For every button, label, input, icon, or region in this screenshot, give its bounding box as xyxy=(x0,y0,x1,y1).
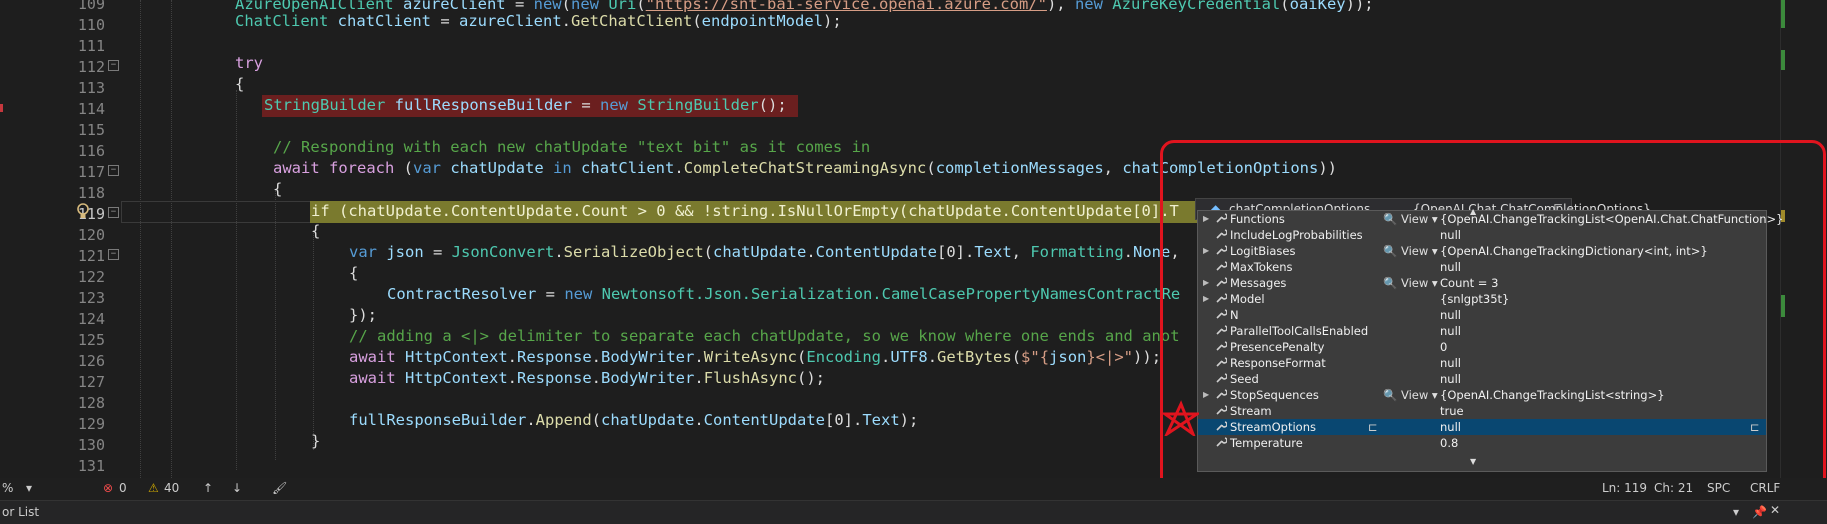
code-line[interactable]: var json = JsonConvert.SerializeObject(c… xyxy=(349,242,1180,263)
dropdown-icon[interactable]: ▾ xyxy=(26,481,32,495)
code-line[interactable]: { xyxy=(235,74,244,95)
line-number: 123 xyxy=(77,289,105,307)
code-line[interactable]: { xyxy=(273,179,282,200)
warning-icon[interactable]: ⚠ xyxy=(148,481,159,495)
line-ending-indicator[interactable]: CRLF xyxy=(1750,481,1780,495)
indent-guide xyxy=(140,0,141,478)
error-count[interactable]: 0 xyxy=(119,481,127,495)
line-number: 124 xyxy=(77,310,105,328)
line-number: 122 xyxy=(77,268,105,286)
arrow-down-icon[interactable]: ↓ xyxy=(232,481,242,495)
line-number: 110 xyxy=(77,16,105,34)
code-line[interactable]: await HttpContext.Response.BodyWriter.Fl… xyxy=(349,368,825,389)
indent-guide xyxy=(313,230,314,450)
collapse-toggle[interactable]: − xyxy=(108,60,119,71)
breakpoint-marker[interactable] xyxy=(0,104,3,112)
dropdown-icon[interactable]: ▾ xyxy=(1733,505,1739,519)
line-number: 113 xyxy=(77,79,105,97)
code-line-current[interactable]: if (chatUpdate.ContentUpdate.Count > 0 &… xyxy=(311,201,1179,222)
annotation-box xyxy=(1160,140,1826,511)
line-number: 117 xyxy=(77,163,105,181)
lightbulb-icon[interactable] xyxy=(76,203,90,221)
editor-status-bar: % ▾ ⊗ 0 ⚠ 40 ↑ ↓ 🖌 Ln: 119 Ch: 21 SPC CR… xyxy=(0,478,1827,500)
collapse-toggle[interactable]: − xyxy=(108,165,119,176)
pin-icon[interactable]: 📌 xyxy=(1752,505,1767,519)
close-icon[interactable]: ✕ xyxy=(1770,503,1780,517)
code-line[interactable]: ContractResolver = new Newtonsoft.Json.S… xyxy=(387,284,1180,305)
code-line[interactable]: } xyxy=(311,431,320,452)
error-list-tab[interactable]: or List xyxy=(2,505,39,519)
arrow-up-icon[interactable]: ↑ xyxy=(203,481,213,495)
line-number: 131 xyxy=(77,457,105,475)
line-number: 114 xyxy=(77,100,105,118)
code-line[interactable]: StringBuilder fullResponseBuilder = new … xyxy=(264,95,787,116)
line-number: 127 xyxy=(77,373,105,391)
line-number: 121 xyxy=(77,247,105,265)
code-comment[interactable]: // Responding with each new chatUpdate "… xyxy=(273,137,870,158)
zoom-level[interactable]: % xyxy=(2,481,13,495)
line-number: 120 xyxy=(77,226,105,244)
code-line[interactable]: ChatClient chatClient = azureClient.GetC… xyxy=(235,11,842,32)
line-number: 129 xyxy=(77,415,105,433)
line-number: 126 xyxy=(77,352,105,370)
brush-icon[interactable]: 🖌 xyxy=(272,481,287,495)
code-line[interactable]: { xyxy=(349,263,358,284)
line-number: 116 xyxy=(77,142,105,160)
line-number: 115 xyxy=(77,121,105,139)
scroll-marker xyxy=(1781,50,1785,70)
line-number: 118 xyxy=(77,184,105,202)
code-line[interactable]: fullResponseBuilder.Append(chatUpdate.Co… xyxy=(349,410,918,431)
indent-guide xyxy=(236,90,237,470)
line-number: 112 xyxy=(77,58,105,76)
line-number: 125 xyxy=(77,331,105,349)
indent-guide xyxy=(275,190,276,460)
annotation-star-icon xyxy=(1163,400,1199,436)
error-icon[interactable]: ⊗ xyxy=(103,481,113,495)
line-number: 130 xyxy=(77,436,105,454)
code-line[interactable]: }); xyxy=(349,305,377,326)
code-comment[interactable]: // adding a <|> delimiter to separate ea… xyxy=(349,326,1180,347)
collapse-toggle[interactable]: − xyxy=(108,249,119,260)
code-line[interactable]: await HttpContext.Response.BodyWriter.Wr… xyxy=(349,347,1161,368)
column-indicator[interactable]: Ch: 21 xyxy=(1654,481,1693,495)
whitespace-indicator[interactable]: SPC xyxy=(1707,481,1730,495)
indent-guide xyxy=(171,0,172,478)
scroll-marker xyxy=(1781,0,1785,28)
bottom-panel: or List ▾ 📌 ✕ xyxy=(0,500,1827,524)
code-line[interactable]: { xyxy=(311,221,320,242)
collapse-toggle[interactable]: − xyxy=(108,207,119,218)
line-indicator[interactable]: Ln: 119 xyxy=(1602,481,1647,495)
code-line[interactable]: try xyxy=(235,53,263,74)
line-number: 128 xyxy=(77,394,105,412)
line-number: 109 xyxy=(77,0,105,13)
line-number: 111 xyxy=(77,37,105,55)
warning-count[interactable]: 40 xyxy=(164,481,179,495)
